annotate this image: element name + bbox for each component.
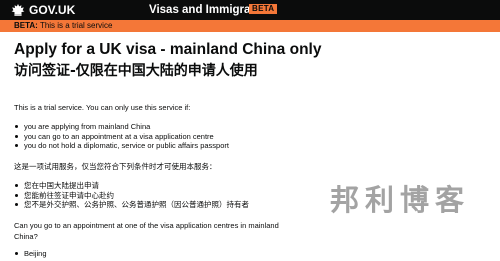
list-item: 您不是外交护照、公务护照、公务普通护照（因公普通护照）持有者 <box>14 200 249 210</box>
eligibility-intro: This is a trial service. You can only us… <box>14 103 191 112</box>
phase-banner-message: This is a trial service <box>39 21 113 30</box>
list-item: 您能前往签证申请中心赴约 <box>14 191 249 201</box>
blog-watermark: 邦利博客 <box>330 183 471 217</box>
phase-tag: BETA <box>249 4 278 14</box>
visa-centre-list: Beijing <box>14 249 47 259</box>
list-item: Beijing <box>14 249 47 259</box>
phase-banner-label: BETA: <box>14 21 38 30</box>
govuk-header: GOV.UK Visas and Immigration BETA <box>0 0 500 20</box>
eligibility-intro-chinese: 这是一项试用服务，仅当您符合下列条件时才可使用本服务： <box>14 162 217 171</box>
phase-banner: BETA: This is a trial service <box>0 20 500 32</box>
page-title-chinese: 访问签证-仅限在中国大陆的申请人使用 <box>14 63 258 79</box>
phase-banner-text: BETA: This is a trial service <box>14 21 112 31</box>
appointment-question: Can you go to an appointment at one of t… <box>14 221 279 241</box>
govuk-home-link[interactable]: GOV.UK <box>29 3 75 17</box>
list-item: 您在中国大陆提出申请 <box>14 181 249 191</box>
list-item: you do not hold a diplomatic, service or… <box>14 141 229 151</box>
crown-icon <box>11 4 25 16</box>
list-item: you can go to an appointment at a visa a… <box>14 132 229 142</box>
eligibility-list: you are applying from mainland China you… <box>14 122 229 151</box>
page-title: Apply for a UK visa - mainland China onl… <box>14 41 322 58</box>
eligibility-list-chinese: 您在中国大陆提出申请 您能前往签证申请中心赴约 您不是外交护照、公务护照、公务普… <box>14 181 249 210</box>
list-item: you are applying from mainland China <box>14 122 229 132</box>
main-content: Apply for a UK visa - mainland China onl… <box>14 40 322 258</box>
